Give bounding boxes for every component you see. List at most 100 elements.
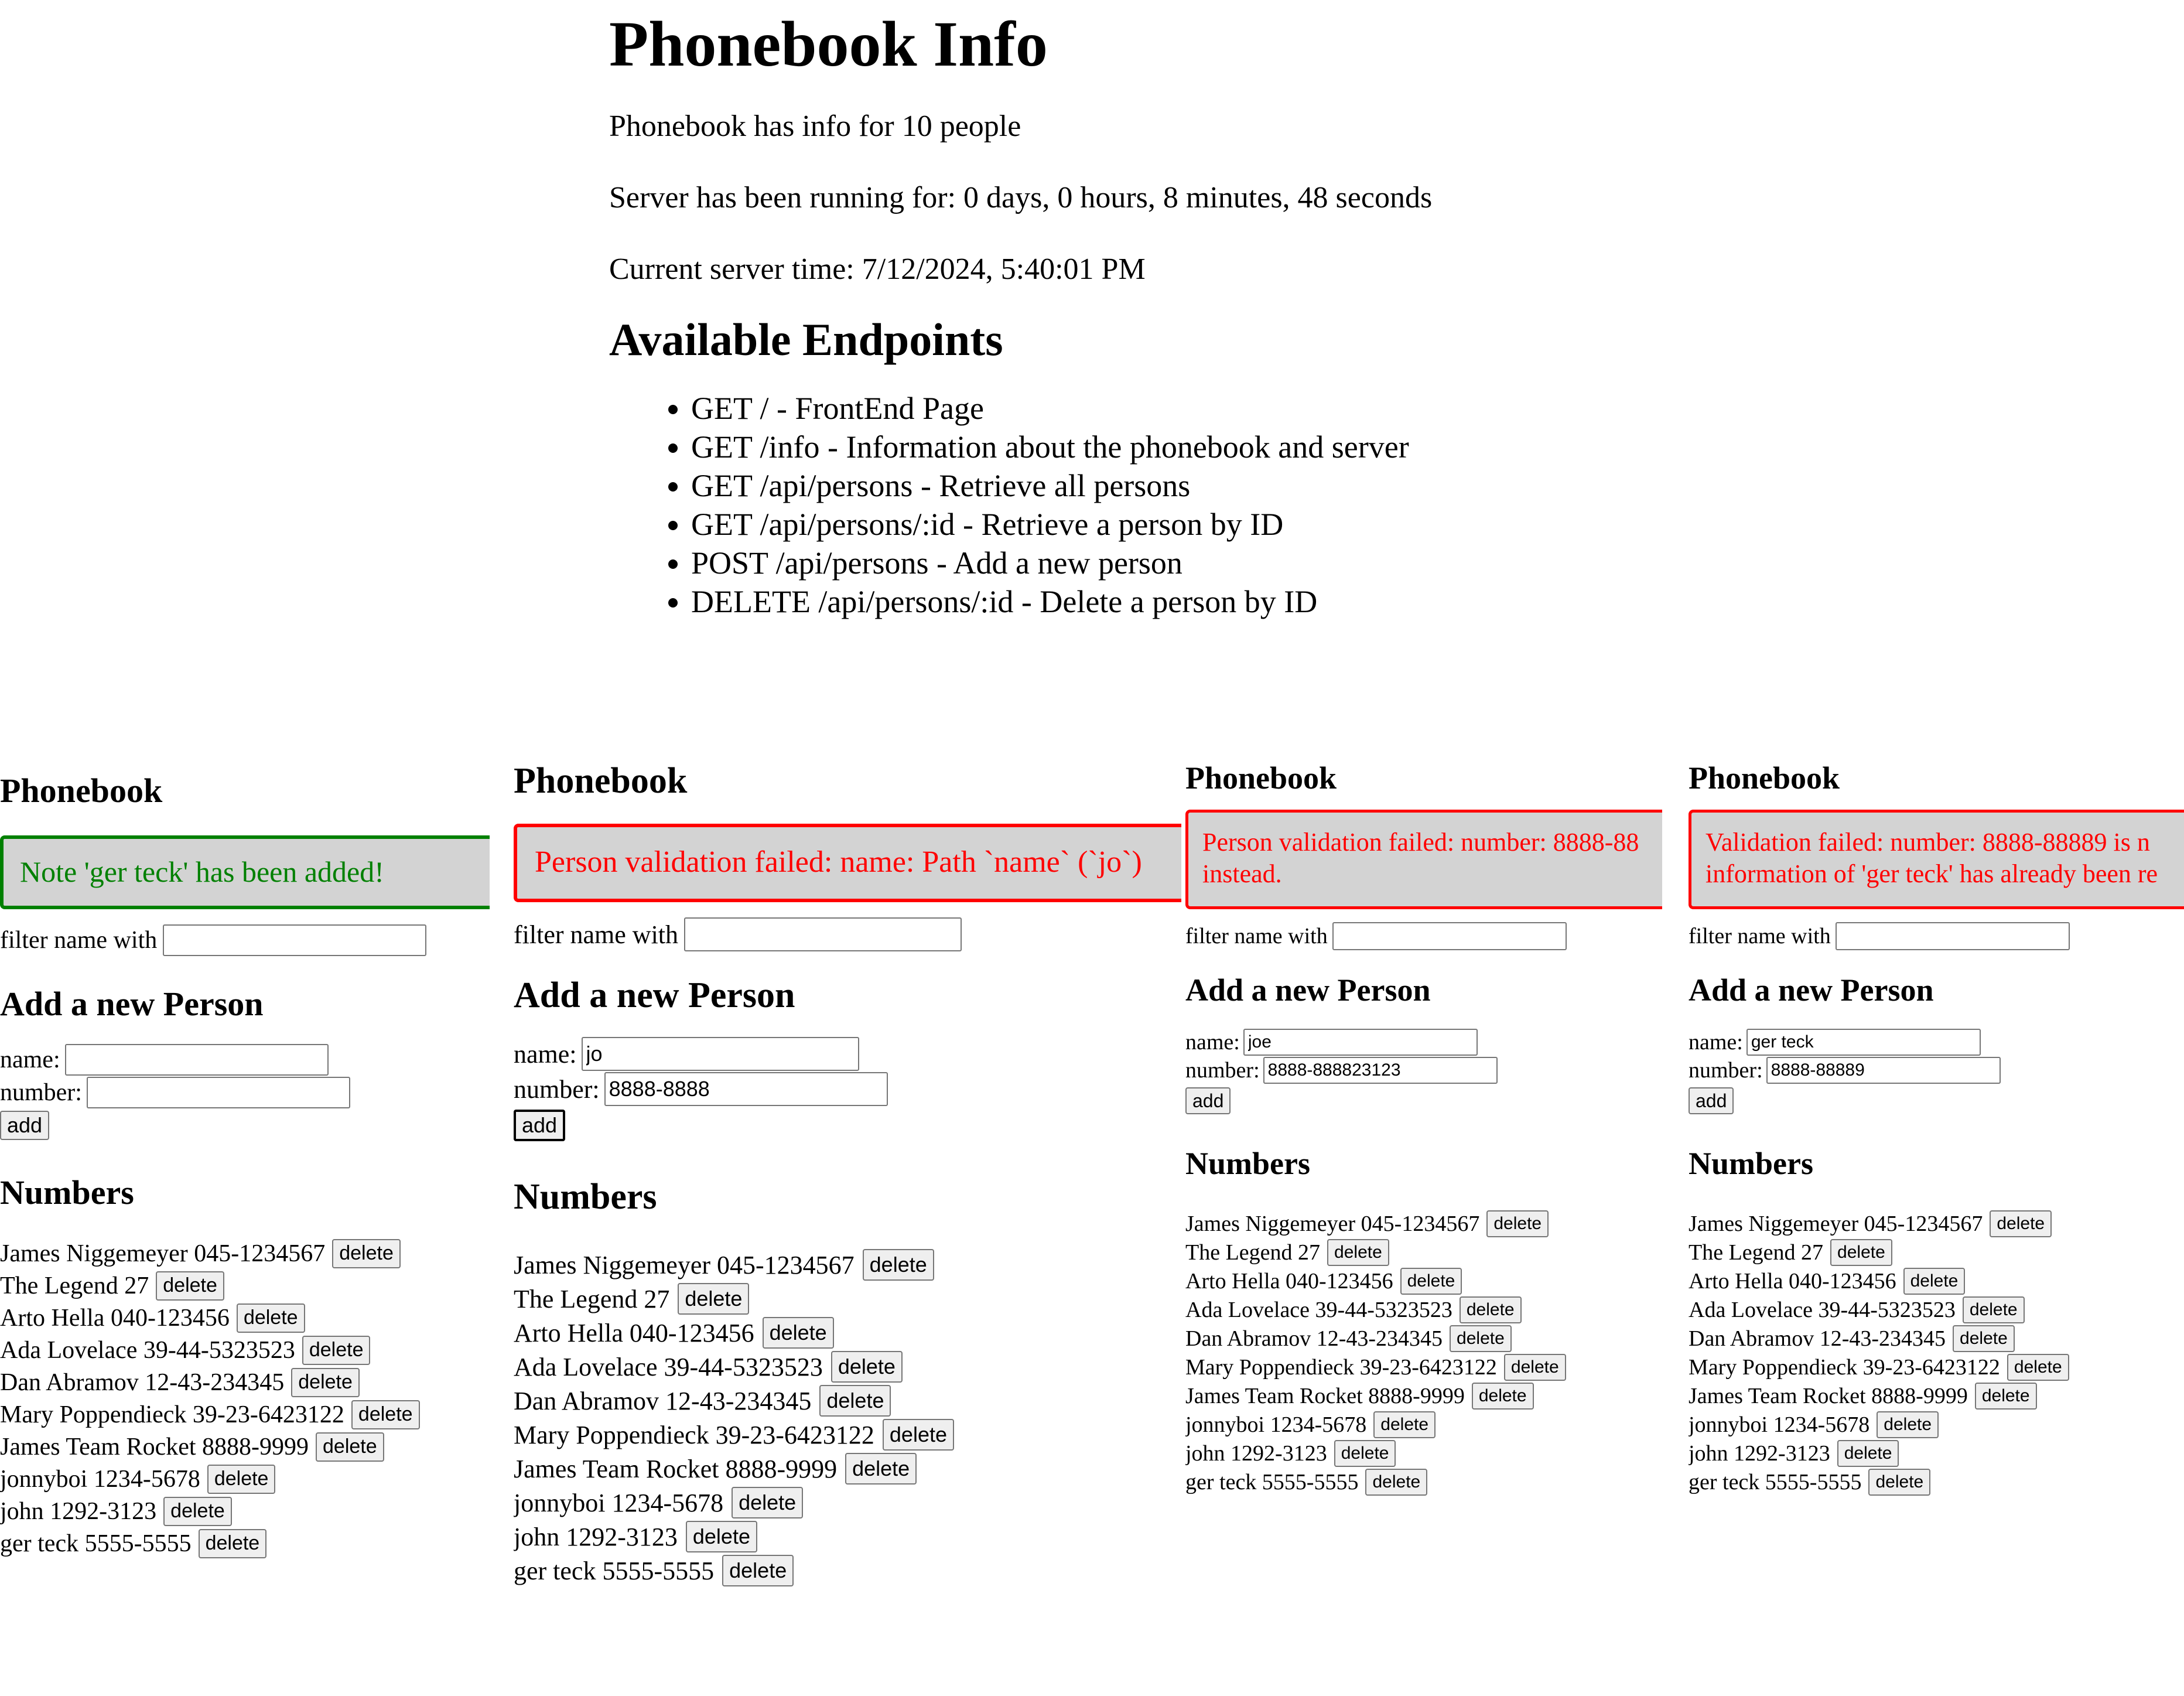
delete-button[interactable]: delete xyxy=(1373,1411,1436,1438)
person-entry: Mary Poppendieck 39-23-6423122 xyxy=(1185,1354,1497,1380)
person-row: ger teck 5555-5555 delete xyxy=(514,1554,1181,1588)
delete-button[interactable]: delete xyxy=(2007,1353,2069,1381)
delete-button[interactable]: delete xyxy=(207,1464,276,1494)
delete-button[interactable]: delete xyxy=(732,1487,804,1518)
delete-button[interactable]: delete xyxy=(1962,1296,2025,1323)
phonebook-title: Phonebook xyxy=(1185,760,1337,796)
delete-button[interactable]: delete xyxy=(198,1528,267,1558)
numbers-title: Numbers xyxy=(0,1173,134,1212)
person-entry: john 1292-3123 xyxy=(1689,1441,1830,1466)
delete-button[interactable]: delete xyxy=(1503,1353,1566,1381)
delete-button[interactable]: delete xyxy=(332,1238,401,1268)
delete-button[interactable]: delete xyxy=(1459,1296,1522,1323)
person-row: jonnyboi 1234-5678 delete xyxy=(1689,1410,2184,1439)
endpoint-item: GET /api/persons - Retrieve all persons xyxy=(691,466,1605,505)
name-input[interactable] xyxy=(64,1044,329,1076)
filter-input[interactable] xyxy=(1332,922,1567,950)
filter-row: filter name with xyxy=(1185,922,1662,950)
delete-button[interactable]: delete xyxy=(1830,1238,1892,1266)
delete-button[interactable]: delete xyxy=(882,1419,954,1451)
delete-button[interactable]: delete xyxy=(236,1303,305,1333)
info-title: Phonebook Info xyxy=(609,8,1048,80)
number-label: number: xyxy=(0,1079,82,1106)
delete-button[interactable]: delete xyxy=(1837,1439,1899,1467)
add-button[interactable]: add xyxy=(1689,1087,1734,1114)
phonebook-panel-2: Phonebook Person validation failed: name… xyxy=(514,756,1181,1634)
filter-input[interactable] xyxy=(1835,922,2070,950)
delete-button[interactable]: delete xyxy=(1953,1325,2015,1352)
add-button[interactable]: add xyxy=(514,1110,566,1141)
filter-input[interactable] xyxy=(163,924,427,956)
delete-button[interactable]: delete xyxy=(1471,1382,1534,1410)
delete-button[interactable]: delete xyxy=(1868,1468,1931,1496)
delete-button[interactable]: delete xyxy=(302,1335,371,1365)
name-input[interactable] xyxy=(1746,1029,1981,1056)
number-input[interactable] xyxy=(1766,1057,2001,1084)
person-entry: James Team Rocket 8888-9999 xyxy=(1689,1383,1968,1408)
person-row: James Team Rocket 8888-9999 delete xyxy=(0,1431,490,1463)
filter-input[interactable] xyxy=(684,917,962,951)
add-person-form: name: number: add xyxy=(1185,1029,1662,1114)
person-entry: Mary Poppendieck 39-23-6423122 xyxy=(1689,1354,2000,1380)
person-entry: Arto Hella 040-123456 xyxy=(0,1304,230,1332)
number-input[interactable] xyxy=(604,1072,888,1106)
delete-button[interactable]: delete xyxy=(678,1283,750,1315)
endpoints-title: Available Endpoints xyxy=(609,314,1003,365)
delete-button[interactable]: delete xyxy=(1974,1382,2037,1410)
person-entry: The Legend 27 xyxy=(1185,1240,1321,1265)
delete-button[interactable]: delete xyxy=(156,1271,224,1301)
person-row: Mary Poppendieck 39-23-6423122 delete xyxy=(1185,1353,1662,1381)
delete-button[interactable]: delete xyxy=(1334,1439,1396,1467)
delete-button[interactable]: delete xyxy=(1486,1210,1549,1237)
delete-button[interactable]: delete xyxy=(830,1351,903,1383)
person-entry: Ada Lovelace 39-44-5323523 xyxy=(514,1352,823,1381)
number-input[interactable] xyxy=(86,1077,350,1108)
person-row: john 1292-3123 delete xyxy=(1185,1439,1662,1468)
person-entry: Dan Abramov 12-43-234345 xyxy=(1185,1326,1443,1351)
filter-label: filter name with xyxy=(1185,924,1328,948)
endpoint-item: GET / - FrontEnd Page xyxy=(691,389,1605,428)
person-entry: jonnyboi 1234-5678 xyxy=(1185,1412,1367,1437)
endpoint-item: GET /info - Information about the phoneb… xyxy=(691,428,1605,466)
person-entry: ger teck 5555-5555 xyxy=(514,1556,715,1585)
delete-button[interactable]: delete xyxy=(762,1317,834,1349)
delete-button[interactable]: delete xyxy=(1450,1325,1512,1352)
delete-button[interactable]: delete xyxy=(351,1400,420,1429)
delete-button[interactable]: delete xyxy=(722,1555,794,1586)
filter-row: filter name with xyxy=(514,917,1181,951)
delete-button[interactable]: delete xyxy=(1903,1267,1966,1295)
delete-button[interactable]: delete xyxy=(316,1432,384,1462)
delete-button[interactable]: delete xyxy=(845,1453,917,1485)
phonebook-panel-1: Phonebook Note 'ger teck' has been added… xyxy=(0,767,490,1617)
add-button[interactable]: add xyxy=(1185,1087,1231,1114)
delete-button[interactable]: delete xyxy=(1990,1210,2052,1237)
name-input[interactable] xyxy=(581,1037,859,1071)
person-row: john 1292-3123 delete xyxy=(1689,1439,2184,1468)
phonebook-title: Phonebook xyxy=(514,761,688,801)
person-row: James Niggemeyer 045-1234567 delete xyxy=(0,1237,490,1270)
person-row: Mary Poppendieck 39-23-6423122 delete xyxy=(514,1418,1181,1452)
delete-button[interactable]: delete xyxy=(1877,1411,1939,1438)
name-input[interactable] xyxy=(1243,1029,1478,1056)
number-input[interactable] xyxy=(1263,1057,1498,1084)
person-entry: ger teck 5555-5555 xyxy=(1689,1469,1862,1494)
delete-button[interactable]: delete xyxy=(685,1521,757,1552)
person-entry: James Niggemeyer 045-1234567 xyxy=(1689,1211,1983,1236)
delete-button[interactable]: delete xyxy=(291,1367,360,1397)
delete-button[interactable]: delete xyxy=(163,1496,232,1526)
person-entry: Ada Lovelace 39-44-5323523 xyxy=(0,1336,295,1364)
person-entry: ger teck 5555-5555 xyxy=(0,1530,192,1557)
person-row: Mary Poppendieck 39-23-6423122 delete xyxy=(0,1398,490,1431)
person-entry: Arto Hella 040-123456 xyxy=(1185,1268,1393,1294)
phonebook-panel-4: Phonebook Validation failed: number: 888… xyxy=(1689,756,2184,1558)
delete-button[interactable]: delete xyxy=(862,1249,934,1281)
person-entry: ger teck 5555-5555 xyxy=(1185,1469,1359,1494)
delete-button[interactable]: delete xyxy=(1400,1267,1462,1295)
delete-button[interactable]: delete xyxy=(819,1385,891,1417)
add-button[interactable]: add xyxy=(0,1111,50,1140)
delete-button[interactable]: delete xyxy=(1365,1468,1428,1496)
info-page: Phonebook Info Phonebook has info for 10… xyxy=(609,0,1605,621)
delete-button[interactable]: delete xyxy=(1327,1238,1389,1266)
person-entry: Ada Lovelace 39-44-5323523 xyxy=(1689,1297,1956,1322)
person-entry: James Team Rocket 8888-9999 xyxy=(0,1433,309,1460)
